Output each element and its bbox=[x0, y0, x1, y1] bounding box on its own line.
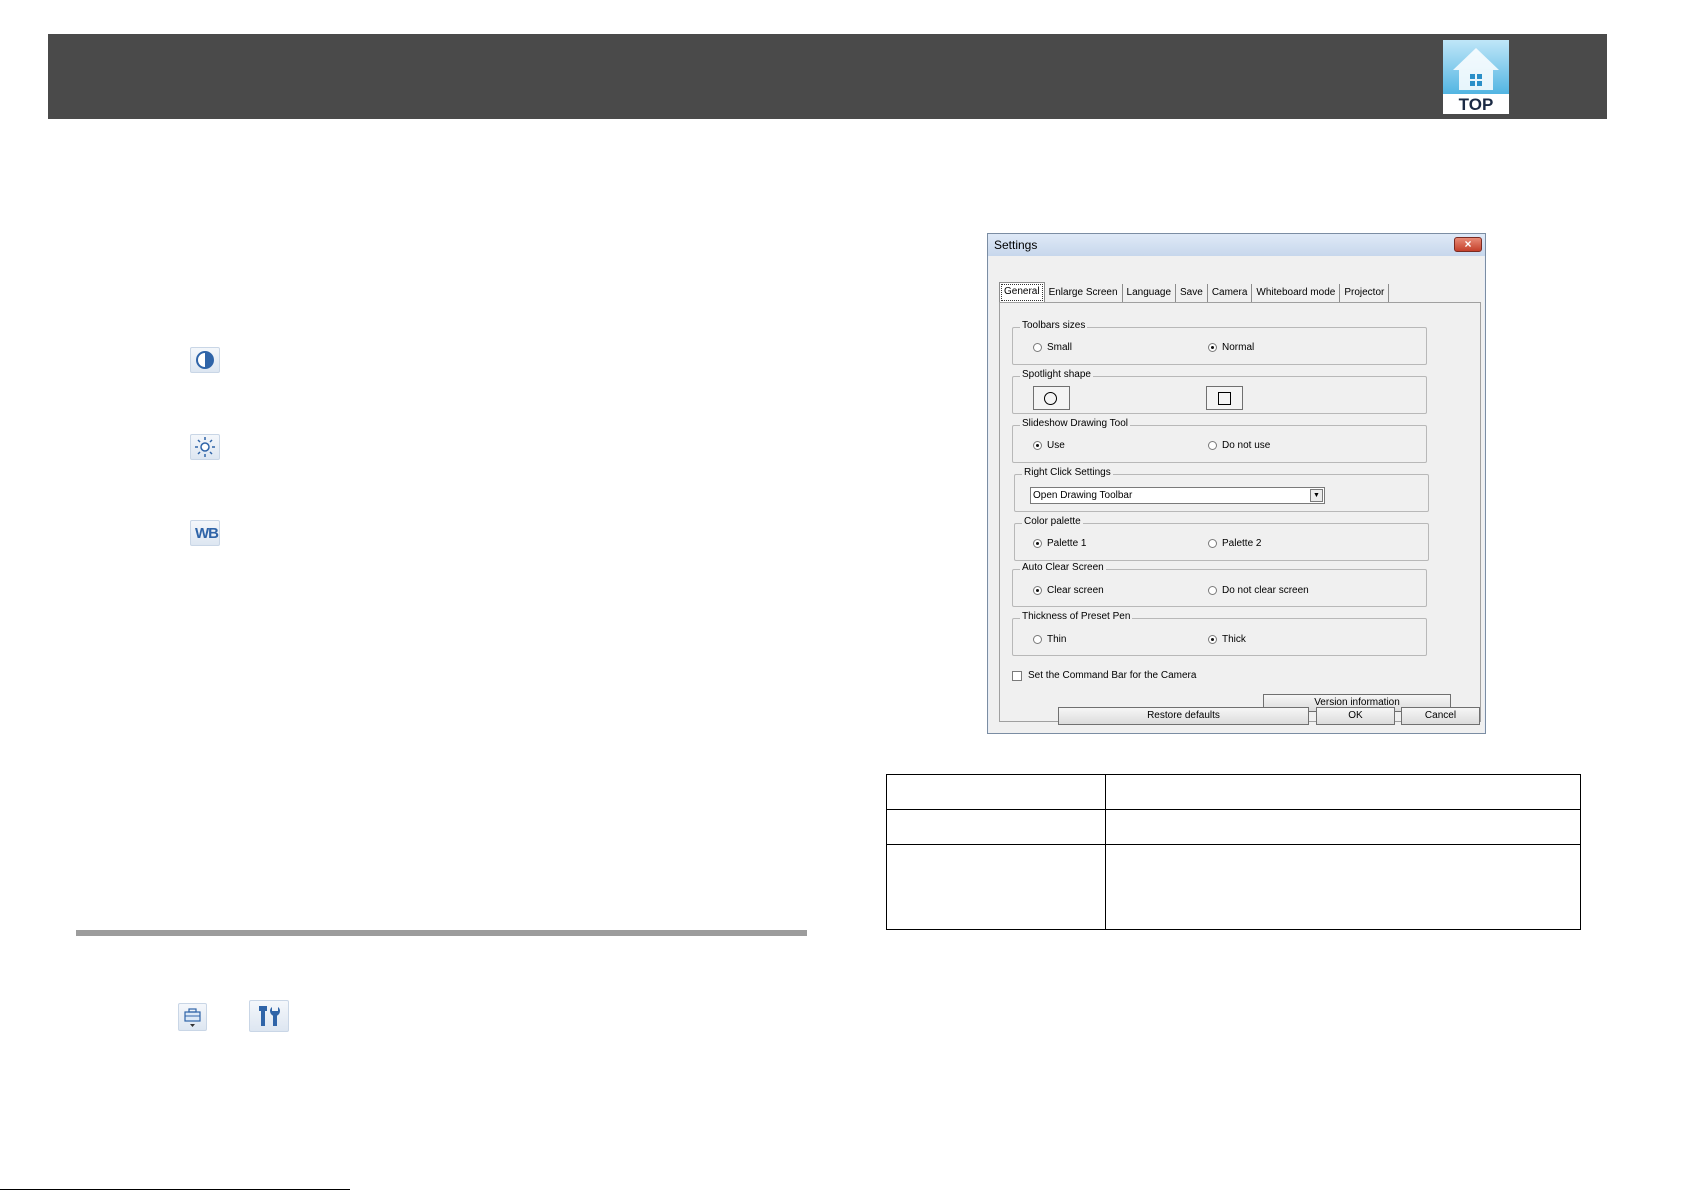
table-cell bbox=[1105, 774, 1581, 810]
color-palette-legend: Color palette bbox=[1022, 516, 1083, 527]
table-cell bbox=[886, 774, 1106, 810]
do-not-clear-screen-radio[interactable]: Do not clear screen bbox=[1208, 585, 1309, 596]
white-balance-icon: WB bbox=[190, 520, 220, 546]
right-click-settings-group: Right Click Settings Open Drawing Toolba… bbox=[1014, 467, 1429, 512]
color-palette-group: Color palette Palette 1 Palette 2 bbox=[1014, 516, 1429, 561]
close-icon: × bbox=[1464, 237, 1472, 251]
slideshow-do-not-use-radio[interactable]: Do not use bbox=[1208, 440, 1270, 451]
slideshow-drawing-tool-group: Slideshow Drawing Tool Use Do not use bbox=[1012, 418, 1427, 463]
spotlight-shape-legend: Spotlight shape bbox=[1020, 369, 1093, 380]
tab-save[interactable]: Save bbox=[1176, 284, 1208, 303]
toolbar-size-normal-radio[interactable]: Normal bbox=[1208, 342, 1254, 353]
slideshow-drawing-tool-legend: Slideshow Drawing Tool bbox=[1020, 418, 1130, 429]
spotlight-circle-button[interactable] bbox=[1033, 386, 1070, 410]
dialog-title: Settings bbox=[994, 238, 1038, 252]
radio-label: Palette 1 bbox=[1047, 538, 1087, 549]
dialog-client-area: General Enlarge Screen Language Save Cam… bbox=[989, 256, 1484, 733]
radio-label: Palette 2 bbox=[1222, 538, 1262, 549]
slideshow-use-radio[interactable]: Use bbox=[1033, 440, 1065, 451]
right-click-select-value: Open Drawing Toolbar bbox=[1033, 490, 1133, 501]
section-divider bbox=[76, 930, 807, 936]
tab-enlarge-screen[interactable]: Enlarge Screen bbox=[1045, 284, 1123, 303]
radio-label: Small bbox=[1047, 342, 1073, 353]
settings-tools-icon bbox=[249, 1000, 289, 1032]
top-home-icon[interactable]: TOP bbox=[1443, 40, 1509, 114]
contrast-icon bbox=[190, 347, 220, 373]
restore-defaults-button[interactable]: Restore defaults bbox=[1058, 707, 1309, 725]
table-row bbox=[886, 844, 1581, 930]
radio-label: Use bbox=[1047, 440, 1065, 451]
auto-clear-screen-group: Auto Clear Screen Clear screen Do not cl… bbox=[1012, 562, 1427, 607]
page-header-bar bbox=[48, 34, 1607, 119]
tab-projector[interactable]: Projector bbox=[1340, 284, 1390, 303]
toolbar-size-small-radio[interactable]: Small bbox=[1033, 342, 1072, 353]
pen-thick-radio[interactable]: Thick bbox=[1208, 634, 1246, 645]
radio-label: Thin bbox=[1047, 634, 1067, 645]
table-cell bbox=[1105, 809, 1581, 845]
settings-dialog: Settings × General Enlarge Screen Langua… bbox=[987, 233, 1486, 734]
square-icon bbox=[1218, 392, 1231, 405]
toolbox-icon bbox=[178, 1003, 207, 1031]
toolbar-sizes-group: Toolbars sizes Small Normal bbox=[1012, 320, 1427, 365]
palette-1-radio[interactable]: Palette 1 bbox=[1033, 538, 1086, 549]
cancel-button[interactable]: Cancel bbox=[1401, 707, 1480, 725]
radio-label: Clear screen bbox=[1047, 585, 1104, 596]
tab-general[interactable]: General bbox=[999, 282, 1045, 303]
chevron-down-icon[interactable]: ▼ bbox=[1310, 489, 1323, 502]
toolbar-sizes-legend: Toolbars sizes bbox=[1020, 320, 1088, 331]
pen-thickness-group: Thickness of Preset Pen Thin Thick bbox=[1012, 611, 1427, 656]
general-tab-panel: Toolbars sizes Small Normal Spotlight sh… bbox=[999, 302, 1481, 722]
table-cell bbox=[886, 809, 1106, 845]
table-cell bbox=[1105, 844, 1581, 930]
radio-label: Normal bbox=[1222, 342, 1255, 353]
pen-thin-radio[interactable]: Thin bbox=[1033, 634, 1066, 645]
right-click-select[interactable]: Open Drawing Toolbar ▼ bbox=[1030, 487, 1325, 504]
spotlight-shape-group: Spotlight shape bbox=[1012, 369, 1427, 414]
command-bar-camera-checkbox[interactable]: Set the Command Bar for the Camera bbox=[1012, 670, 1196, 681]
auto-clear-screen-legend: Auto Clear Screen bbox=[1020, 562, 1106, 573]
clear-screen-radio[interactable]: Clear screen bbox=[1033, 585, 1104, 596]
close-button[interactable]: × bbox=[1454, 237, 1482, 252]
ok-button[interactable]: OK bbox=[1316, 707, 1395, 725]
white-balance-label: WB bbox=[195, 525, 219, 542]
palette-2-radio[interactable]: Palette 2 bbox=[1208, 538, 1261, 549]
radio-label: Thick bbox=[1222, 634, 1246, 645]
radio-label: Do not clear screen bbox=[1222, 585, 1309, 596]
tab-language[interactable]: Language bbox=[1123, 284, 1177, 303]
footer-line bbox=[0, 1189, 350, 1190]
checkbox-label: Set the Command Bar for the Camera bbox=[1028, 670, 1197, 681]
tab-whiteboard-mode[interactable]: Whiteboard mode bbox=[1252, 284, 1341, 303]
table-cell bbox=[886, 844, 1106, 930]
brightness-icon bbox=[190, 434, 220, 460]
top-logo-text: TOP bbox=[1458, 95, 1494, 114]
radio-label: Do not use bbox=[1222, 440, 1271, 451]
right-click-settings-legend: Right Click Settings bbox=[1022, 467, 1113, 478]
tab-camera[interactable]: Camera bbox=[1208, 284, 1253, 303]
spotlight-square-button[interactable] bbox=[1206, 386, 1243, 410]
circle-icon bbox=[1044, 392, 1057, 405]
table-row bbox=[886, 774, 1581, 810]
dialog-titlebar[interactable]: Settings × bbox=[988, 234, 1485, 256]
table-row bbox=[886, 809, 1581, 845]
info-table bbox=[886, 774, 1581, 930]
pen-thickness-legend: Thickness of Preset Pen bbox=[1020, 611, 1133, 622]
tab-strip: General Enlarge Screen Language Save Cam… bbox=[999, 282, 1390, 304]
